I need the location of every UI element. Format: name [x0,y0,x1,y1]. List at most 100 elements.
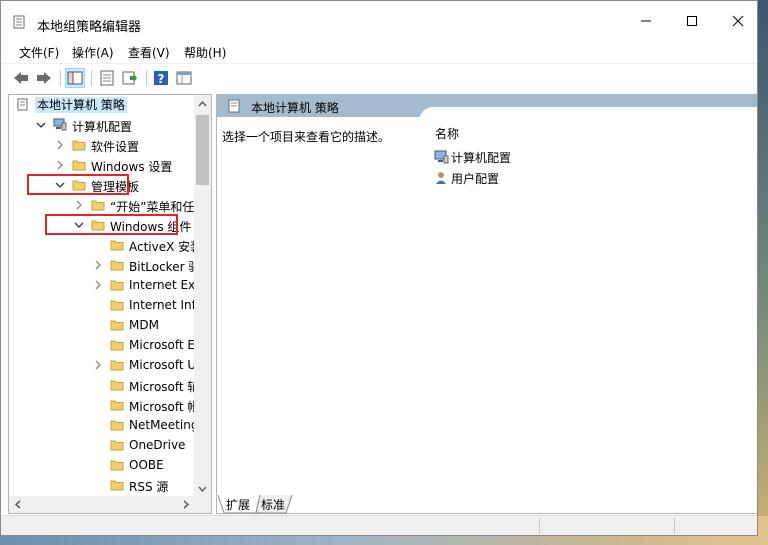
tree-item[interactable]: NetMeeting [9,415,195,435]
tree-item-label: Microsoft 辅助 [129,380,195,394]
tree-item[interactable]: Internet Inforr [9,295,195,315]
detail-title: 本地计算机 策略 [251,101,339,115]
highlight-admin-templates [27,174,129,195]
folder-icon [110,320,124,331]
policy-icon [228,99,240,113]
tree-item[interactable]: Microsoft Use [9,355,195,375]
tree-item[interactable]: BitLocker 驱动 [9,255,195,275]
policy-icon [17,98,28,111]
tree-item[interactable]: OOBE [9,455,195,475]
collapsed-chevron-icon[interactable] [92,259,104,271]
collapsed-chevron-icon[interactable] [92,359,104,371]
menu-action[interactable]: 操作(A) [72,44,114,61]
collapsed-chevron-icon[interactable] [54,159,66,171]
tree-item[interactable]: 计算机配置 [9,115,195,135]
toolbar-separator [91,70,92,86]
tree-item-label: Microsoft 帐户 [129,400,195,414]
tree-item-label: OOBE [129,458,164,472]
tree-item-label: Internet Explo [129,278,195,292]
status-bar [1,515,757,535]
filter-button[interactable] [174,68,194,88]
status-segment [674,518,755,534]
maximize-icon [687,16,697,26]
tree-item-label: ActiveX 安装程 [129,240,195,254]
show-hide-tree-button[interactable] [65,68,85,88]
tree-pane[interactable]: 本地计算机 策略计算机配置软件设置Windows 设置管理模板“开始”菜单和任务… [8,94,212,514]
tree-item[interactable]: OneDrive [9,435,195,455]
tab-standard[interactable]: 标准 [261,496,285,514]
forward-button[interactable] [34,68,54,88]
status-segment [539,518,675,534]
toolbar-separator [146,70,147,86]
tree-item-label: MDM [129,318,159,332]
tree-item[interactable]: “开始”菜单和任务栏 [9,195,195,215]
tab-extended[interactable]: 扩展 [226,496,250,514]
scroll-up-icon[interactable] [194,97,211,111]
computer-icon [53,118,67,131]
tree-vertical-scrollbar[interactable] [194,95,211,498]
tree-item-label: Windows 设置 [91,160,173,174]
folder-icon [110,380,124,391]
collapsed-chevron-icon[interactable] [92,279,104,291]
tree-item[interactable]: RSS 源 [9,475,195,495]
user-icon [436,172,446,184]
scroll-down-icon[interactable] [194,482,211,496]
maximize-button[interactable] [669,1,715,41]
properties-button[interactable] [97,68,117,88]
tree-item[interactable]: MDM [9,315,195,335]
menu-bar: 文件(F) 操作(A) 查看(V) 帮助(H) [1,41,757,63]
folder-icon [110,340,124,351]
folder-icon [110,440,124,451]
tree-item-label: “开始”菜单和任务栏 [110,200,195,214]
tree-item-label: 软件设置 [91,140,140,154]
folder-icon [110,280,124,291]
tree-item-label: NetMeeting [129,418,195,432]
collapsed-chevron-icon[interactable] [73,199,85,211]
tree-item[interactable]: Windows 设置 [9,155,195,175]
tree-item[interactable]: Microsoft 辅助 [9,375,195,395]
tree-item[interactable]: Internet Explo [9,275,195,295]
folder-icon [110,360,124,371]
expanded-chevron-icon[interactable] [35,119,47,131]
window-title: 本地组策略编辑器 [37,20,142,35]
minimize-button[interactable] [623,1,669,41]
folder-icon [110,300,124,311]
menu-file[interactable]: 文件(F) [19,44,59,61]
scroll-right-icon[interactable] [179,496,193,513]
tree-item-label: 计算机配置 [72,120,133,134]
tree-scroll-thumb[interactable] [196,115,209,185]
scroll-left-icon[interactable] [11,496,25,513]
properties-icon [100,70,114,86]
tree-item[interactable]: Microsoft Edg [9,335,195,355]
folder-icon [110,480,124,491]
tree-horizontal-scrollbar[interactable] [9,496,211,513]
collapsed-chevron-icon[interactable] [54,139,66,151]
toolbar-separator [60,70,61,86]
back-button[interactable] [11,68,31,88]
help-icon: ? [154,71,168,86]
menu-help[interactable]: 帮助(H) [184,44,226,61]
tree-item[interactable]: 软件设置 [9,135,195,155]
tree-item-label: BitLocker 驱动 [129,260,195,274]
menu-view[interactable]: 查看(V) [128,44,170,61]
filter-icon [176,71,192,85]
back-icon [14,72,28,84]
column-name-header[interactable]: 名称 [435,125,459,142]
tree-item[interactable]: Microsoft 帐户 [9,395,195,415]
highlight-windows-components [45,214,178,235]
export-list-button[interactable] [120,68,140,88]
detail-pane: 本地计算机 策略 选择一个项目来查看它的描述。 名称 计算机配置 用户配置 [216,94,757,514]
title-bar[interactable]: 本地组策略编辑器 [1,1,757,41]
desktop-background [757,0,768,545]
folder-icon [110,420,124,431]
close-button[interactable] [715,1,757,41]
tree-item[interactable]: 本地计算机 策略 [9,95,195,115]
help-button[interactable]: ? [151,68,171,88]
tree-item[interactable]: ActiveX 安装程 [9,235,195,255]
computer-icon [434,150,449,164]
show-hide-tree-icon [67,71,83,85]
tree-item-label: OneDrive [129,438,186,452]
folder-icon [110,460,124,471]
description-text: 选择一个项目来查看它的描述。 [222,130,391,144]
toolbar: ? [1,63,757,92]
